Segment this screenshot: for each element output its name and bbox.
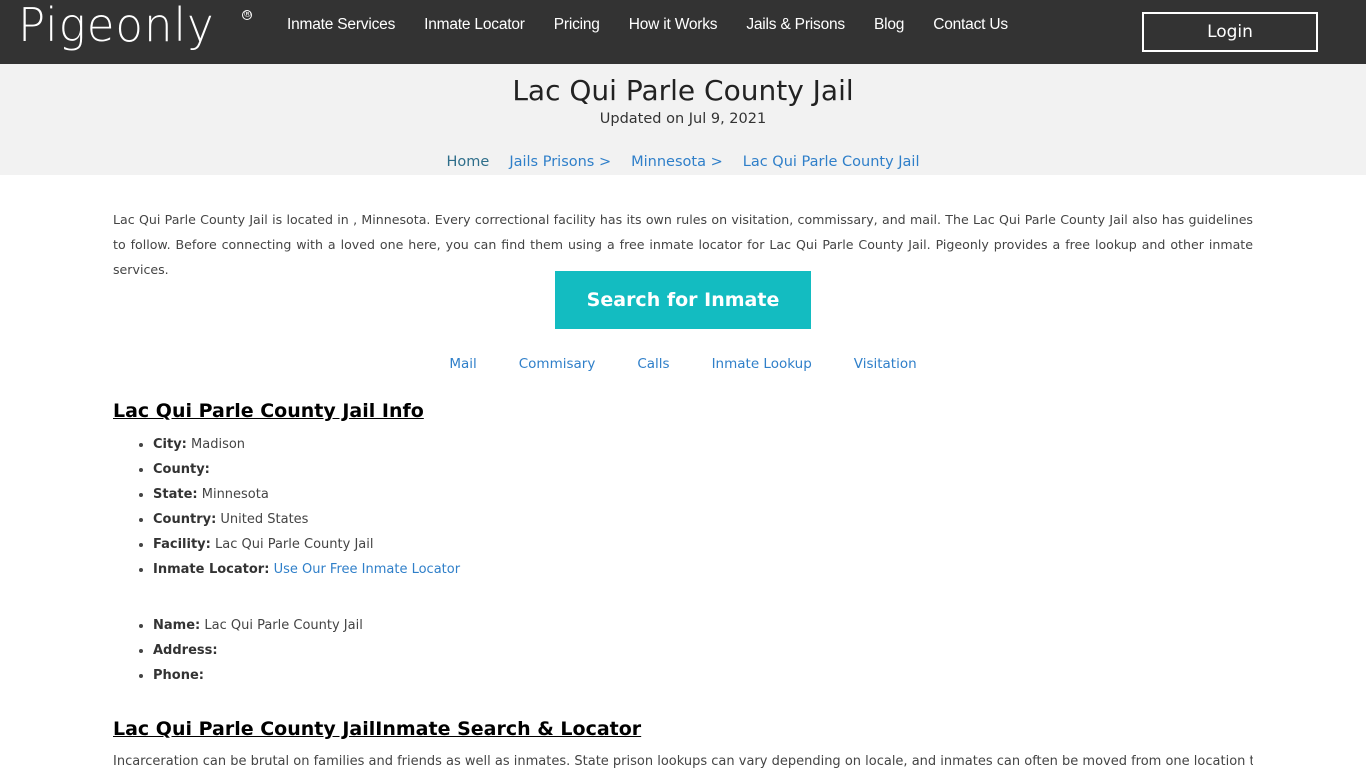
- nav-jails-prisons[interactable]: Jails & Prisons: [746, 16, 845, 34]
- contact-item-name: Name: Lac Qui Parle County Jail: [153, 613, 363, 638]
- info-item-inmate-locator: Inmate Locator: Use Our Free Inmate Loca…: [153, 557, 460, 582]
- login-button[interactable]: Login: [1142, 12, 1318, 52]
- search-for-inmate-button[interactable]: Search for Inmate: [555, 271, 811, 329]
- logo-text: Pigeonly: [18, 0, 215, 52]
- search-section-title: Lac Qui Parle County JailInmate Search &…: [113, 718, 642, 740]
- free-inmate-locator-link[interactable]: Use Our Free Inmate Locator: [274, 562, 461, 577]
- facility-contact-list: Name: Lac Qui Parle County Jail Address:…: [153, 613, 363, 688]
- contact-item-phone: Phone:: [153, 663, 363, 688]
- breadcrumb-current[interactable]: Lac Qui Parle County Jail: [743, 154, 920, 170]
- info-item-facility: Facility: Lac Qui Parle County Jail: [153, 532, 460, 557]
- nav-inmate-services[interactable]: Inmate Services: [287, 16, 395, 34]
- top-navbar: Pigeonly ® Inmate Services Inmate Locato…: [0, 0, 1366, 64]
- link-calls[interactable]: Calls: [637, 356, 669, 372]
- search-section-paragraph: Incarceration can be brutal on families …: [113, 754, 1253, 769]
- nav-pricing[interactable]: Pricing: [554, 16, 600, 34]
- link-visitation[interactable]: Visitation: [854, 356, 917, 372]
- facility-info-list: City: Madison County: State: Minnesota C…: [153, 432, 460, 582]
- page-header: Lac Qui Parle County Jail Updated on Jul…: [0, 64, 1366, 175]
- info-item-county: County:: [153, 457, 460, 482]
- service-links: Mail Commisary Calls Inmate Lookup Visit…: [0, 356, 1366, 372]
- pigeonly-logo[interactable]: Pigeonly: [18, 0, 219, 64]
- nav-inmate-locator[interactable]: Inmate Locator: [424, 16, 525, 34]
- info-item-country: Country: United States: [153, 507, 460, 532]
- page-title: Lac Qui Parle County Jail: [512, 74, 854, 107]
- breadcrumb-home[interactable]: Home: [447, 154, 490, 170]
- contact-item-address: Address:: [153, 638, 363, 663]
- breadcrumb: Home Jails Prisons > Minnesota > Lac Qui…: [0, 154, 1366, 170]
- link-inmate-lookup[interactable]: Inmate Lookup: [712, 356, 812, 372]
- nav-blog[interactable]: Blog: [874, 16, 904, 34]
- info-item-city: City: Madison: [153, 432, 460, 457]
- info-item-state: State: Minnesota: [153, 482, 460, 507]
- info-section-title: Lac Qui Parle County Jail Info: [113, 400, 424, 422]
- registered-mark: ®: [242, 10, 252, 20]
- nav-links: Inmate Services Inmate Locator Pricing H…: [287, 0, 1037, 50]
- breadcrumb-jails-prisons[interactable]: Jails Prisons >: [509, 154, 611, 170]
- link-commisary[interactable]: Commisary: [519, 356, 596, 372]
- updated-date: Updated on Jul 9, 2021: [599, 111, 767, 127]
- nav-contact-us[interactable]: Contact Us: [933, 16, 1008, 34]
- breadcrumb-minnesota[interactable]: Minnesota >: [631, 154, 723, 170]
- nav-how-it-works[interactable]: How it Works: [629, 16, 718, 34]
- link-mail[interactable]: Mail: [449, 356, 476, 372]
